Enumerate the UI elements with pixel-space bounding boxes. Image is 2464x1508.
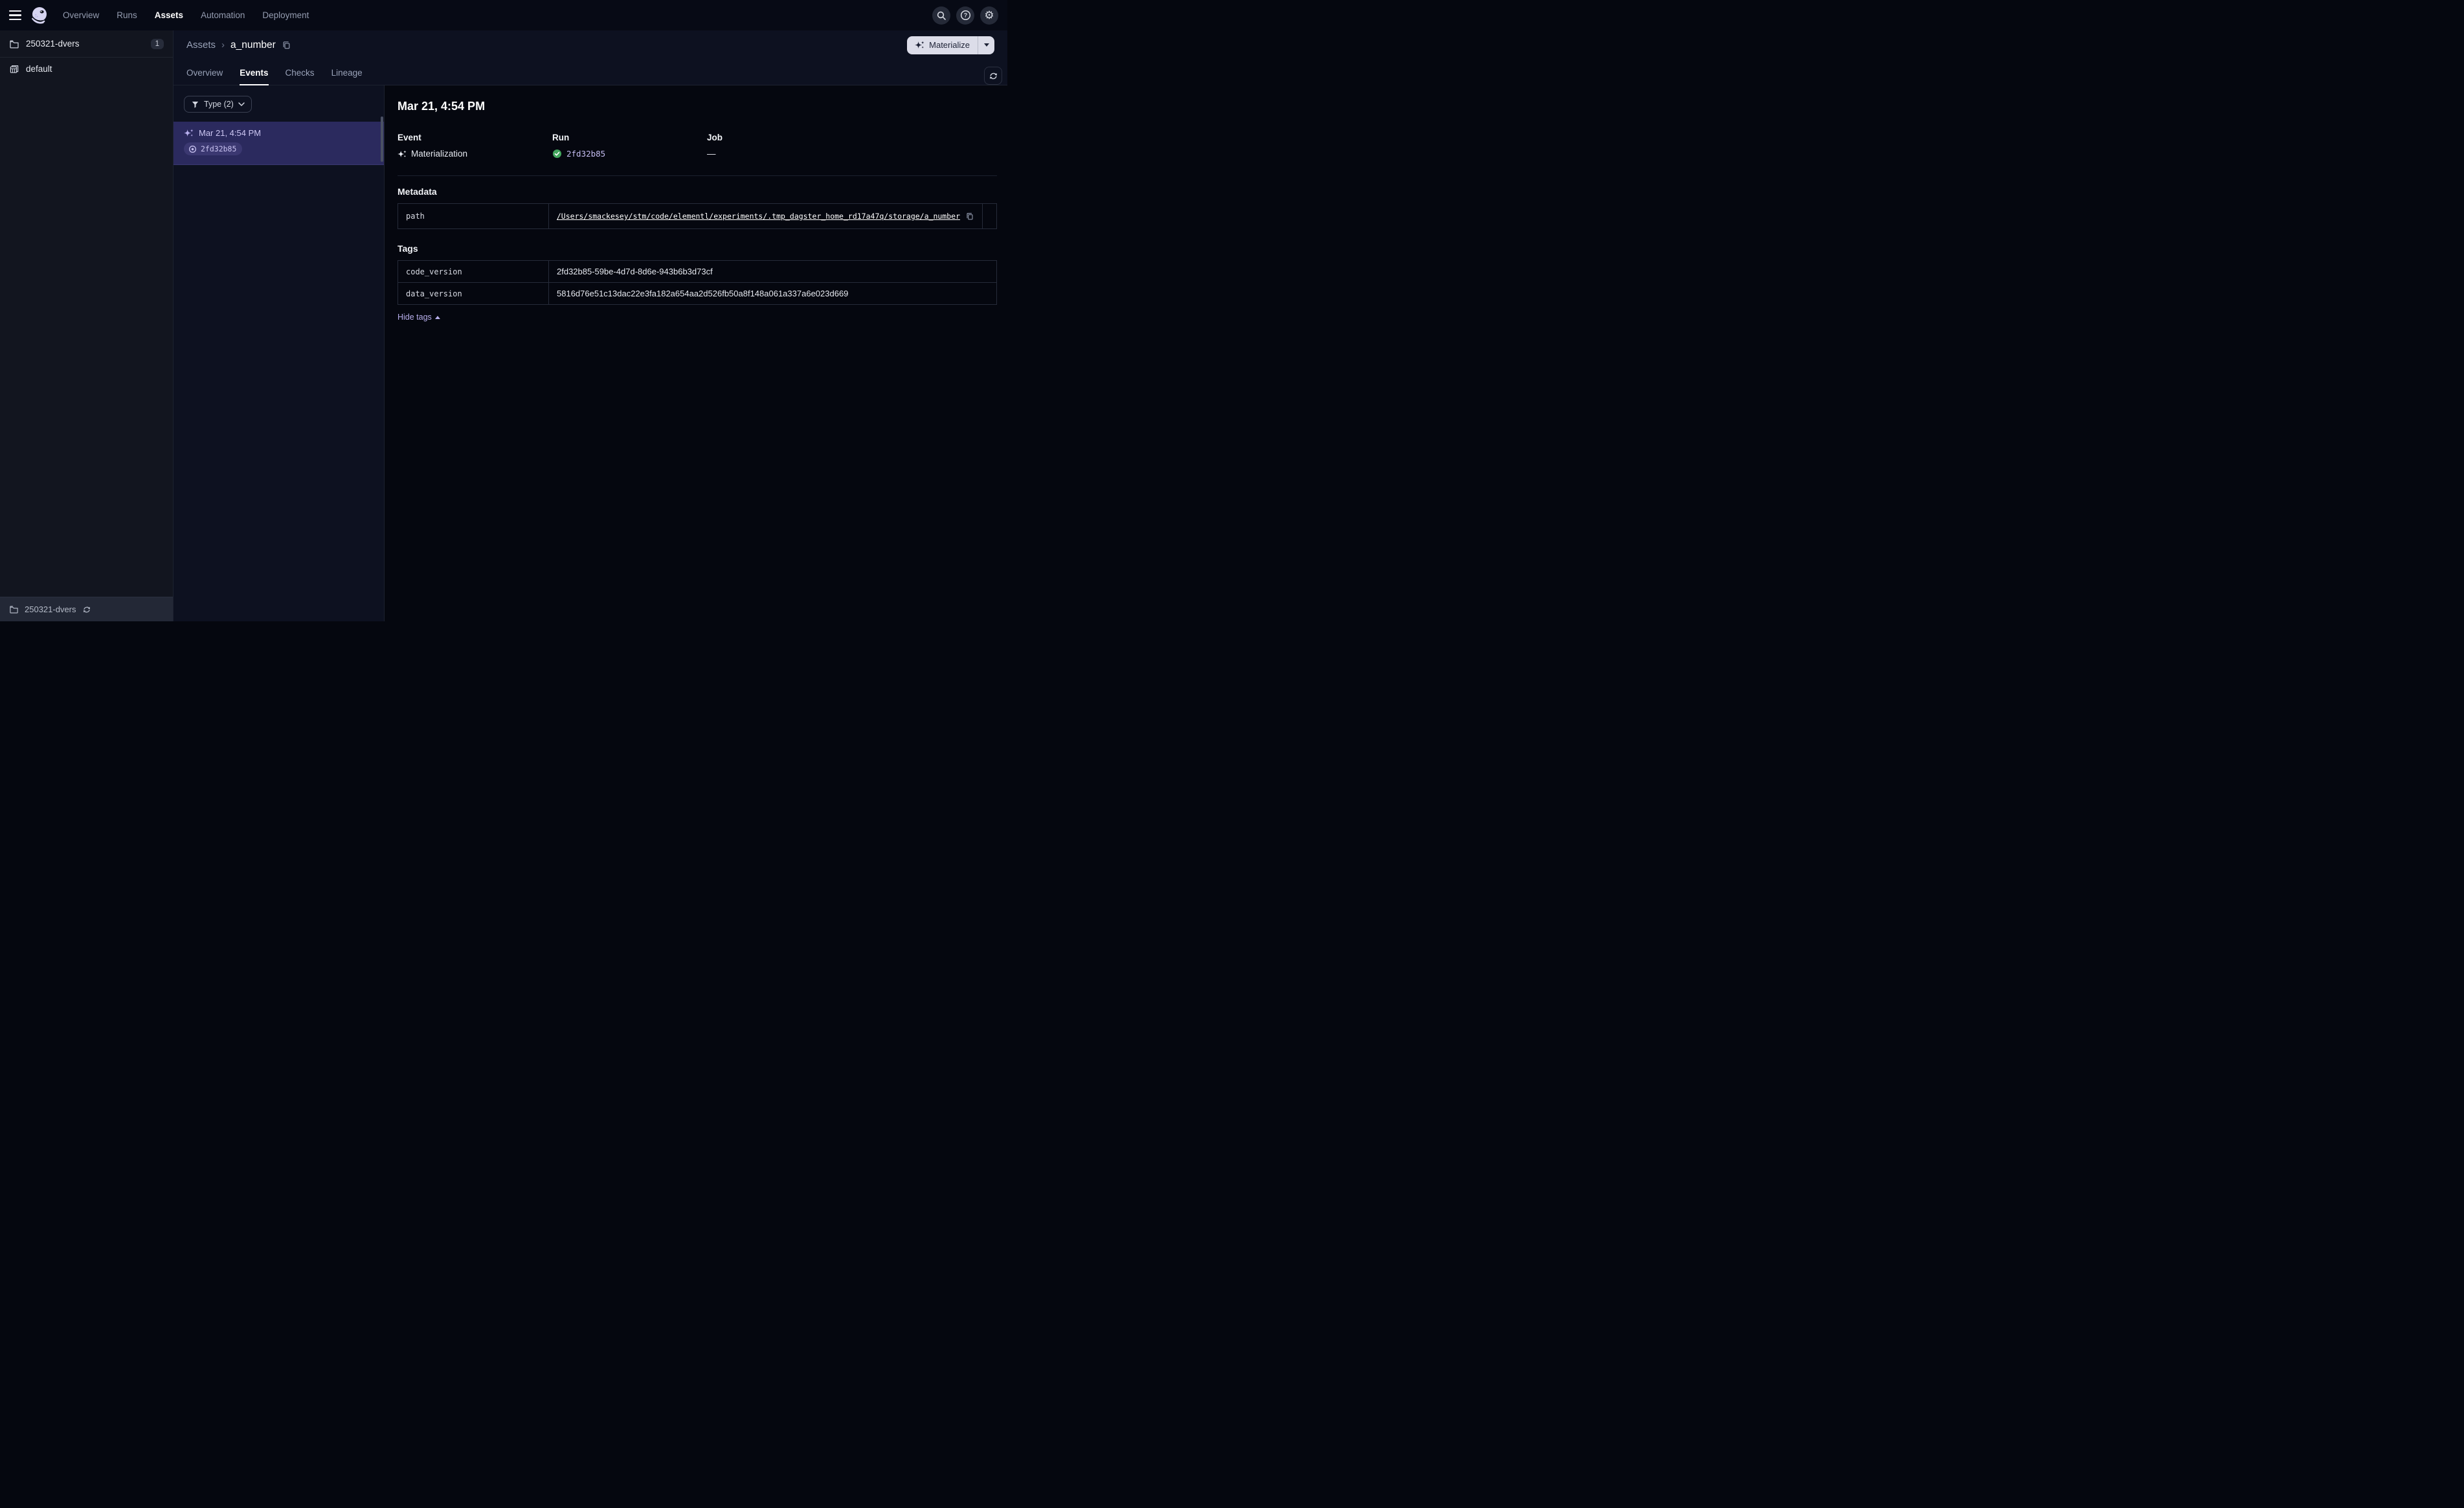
table-row: data_version 5816d76e51c13dac22e3fa182a6… <box>398 282 997 305</box>
tags-heading: Tags <box>398 243 418 254</box>
metadata-table: path /Users/smackesey/stm/code/elementl/… <box>398 203 997 229</box>
tag-value: 2fd32b85-59be-4d7d-8d6e-943b6b3d73cf <box>548 260 997 283</box>
search-icon <box>936 10 946 21</box>
metadata-heading: Metadata <box>398 186 437 197</box>
run-success-icon <box>552 149 562 159</box>
top-nav-actions: ? ⚙ <box>932 6 998 25</box>
tag-key: data_version <box>398 282 549 305</box>
chevron-down-icon <box>238 102 245 107</box>
run-column-header: Run <box>552 133 570 142</box>
svg-text:?: ? <box>963 12 967 19</box>
materialization-sparkle-icon <box>398 150 407 159</box>
materialize-dropdown-button[interactable] <box>978 36 994 54</box>
metadata-key: path <box>398 203 549 229</box>
metadata-actions-cell <box>982 203 997 229</box>
filter-funnel-icon <box>191 100 199 109</box>
tab-events[interactable]: Events <box>240 68 269 85</box>
event-column-header: Event <box>398 133 421 142</box>
event-type-filter-button[interactable]: Type (2) <box>184 96 252 113</box>
refresh-icon <box>989 71 998 81</box>
gear-icon: ⚙ <box>984 9 994 21</box>
dagster-app-window: Overview Runs Assets Automation Deployme… <box>0 0 1007 621</box>
asset-count-badge: 1 <box>150 38 164 49</box>
materialize-button-group: Materialize <box>907 36 994 54</box>
nav-item-deployment[interactable]: Deployment <box>262 10 309 20</box>
copy-asset-name-button[interactable] <box>282 40 291 50</box>
sparkle-icon <box>915 40 924 50</box>
caret-up-icon <box>434 315 440 319</box>
section-divider <box>398 175 997 176</box>
hamburger-menu-icon[interactable] <box>9 10 21 21</box>
run-status-icon <box>188 145 197 153</box>
metadata-path-link[interactable]: /Users/smackesey/stm/code/elementl/exper… <box>557 212 960 221</box>
job-column-header: Job <box>707 133 723 142</box>
settings-button[interactable]: ⚙ <box>980 6 998 25</box>
hide-tags-label: Hide tags <box>398 313 432 322</box>
table-row: path /Users/smackesey/stm/code/elementl/… <box>398 203 997 229</box>
folder-icon <box>9 604 19 614</box>
asset-tabs: Overview Events Checks Lineage <box>174 60 1007 85</box>
tab-lineage[interactable]: Lineage <box>331 68 363 85</box>
reload-location-icon[interactable] <box>82 605 91 614</box>
help-icon: ? <box>960 10 971 21</box>
table-row: code_version 2fd32b85-59be-4d7d-8d6e-943… <box>398 260 997 283</box>
asset-group-icon <box>9 63 19 74</box>
tag-value: 5816d76e51c13dac22e3fa182a654aa2d526fb50… <box>548 282 997 305</box>
asset-header: Assets › a_number Materialize Overview E… <box>174 30 1007 85</box>
search-button[interactable] <box>932 6 950 25</box>
top-nav-links: Overview Runs Assets Automation Deployme… <box>63 10 309 20</box>
nav-item-overview[interactable]: Overview <box>63 10 99 20</box>
event-summary: Event Materialization Run 2fd32b85 Job — <box>398 133 997 159</box>
nav-item-assets[interactable]: Assets <box>155 10 183 20</box>
events-list-panel: Type (2) Mar 21, 4:54 PM 2fd32b85 <box>174 85 385 621</box>
nav-item-automation[interactable]: Automation <box>201 10 245 20</box>
sidebar-item-code-location[interactable]: 250321-dvers 1 <box>0 30 173 58</box>
materialize-button-label: Materialize <box>929 40 970 50</box>
footer-location-name: 250321-dvers <box>25 604 76 614</box>
breadcrumb: Assets › a_number Materialize <box>174 30 1007 60</box>
event-item-run-id: 2fd32b85 <box>201 144 237 153</box>
code-location-name: 250321-dvers <box>26 39 80 49</box>
sidebar-footer[interactable]: 250321-dvers <box>0 597 173 621</box>
top-nav: Overview Runs Assets Automation Deployme… <box>0 0 1007 30</box>
event-list-item-selected[interactable]: Mar 21, 4:54 PM 2fd32b85 <box>174 122 384 165</box>
event-detail-panel: Mar 21, 4:54 PM Event Materialization Ru… <box>385 85 1007 621</box>
asset-group-name: default <box>26 63 52 74</box>
folder-icon <box>9 39 19 49</box>
events-list-scrollbar[interactable] <box>381 116 383 162</box>
page-title-asset-name: a_number <box>230 39 276 50</box>
event-detail-title: Mar 21, 4:54 PM <box>398 100 486 113</box>
hide-tags-link[interactable]: Hide tags <box>398 313 440 322</box>
refresh-button[interactable] <box>984 67 1002 85</box>
event-type-filter-label: Type (2) <box>204 100 234 109</box>
event-item-run-tag[interactable]: 2fd32b85 <box>184 142 243 155</box>
asset-catalog-sidebar: 250321-dvers 1 default 250321-dvers <box>0 30 174 621</box>
tag-key: code_version <box>398 260 549 283</box>
event-item-timestamp: Mar 21, 4:54 PM <box>199 128 262 138</box>
materialize-button[interactable]: Materialize <box>907 36 978 54</box>
help-button[interactable]: ? <box>956 6 974 25</box>
breadcrumb-separator: › <box>221 39 225 50</box>
materialization-sparkle-icon <box>184 128 194 138</box>
copy-path-button[interactable] <box>965 212 974 221</box>
tags-table: code_version 2fd32b85-59be-4d7d-8d6e-943… <box>398 260 997 305</box>
breadcrumb-assets-link[interactable]: Assets <box>186 39 216 50</box>
tab-overview[interactable]: Overview <box>186 68 223 85</box>
job-value: — <box>707 149 716 159</box>
dagster-logo-icon[interactable] <box>30 6 49 25</box>
run-id-link[interactable]: 2fd32b85 <box>566 149 605 159</box>
caret-down-icon <box>983 43 989 47</box>
nav-item-runs[interactable]: Runs <box>117 10 137 20</box>
sidebar-item-group-default[interactable]: default <box>0 58 173 80</box>
event-type-value: Materialization <box>411 149 468 159</box>
tab-checks[interactable]: Checks <box>286 68 315 85</box>
